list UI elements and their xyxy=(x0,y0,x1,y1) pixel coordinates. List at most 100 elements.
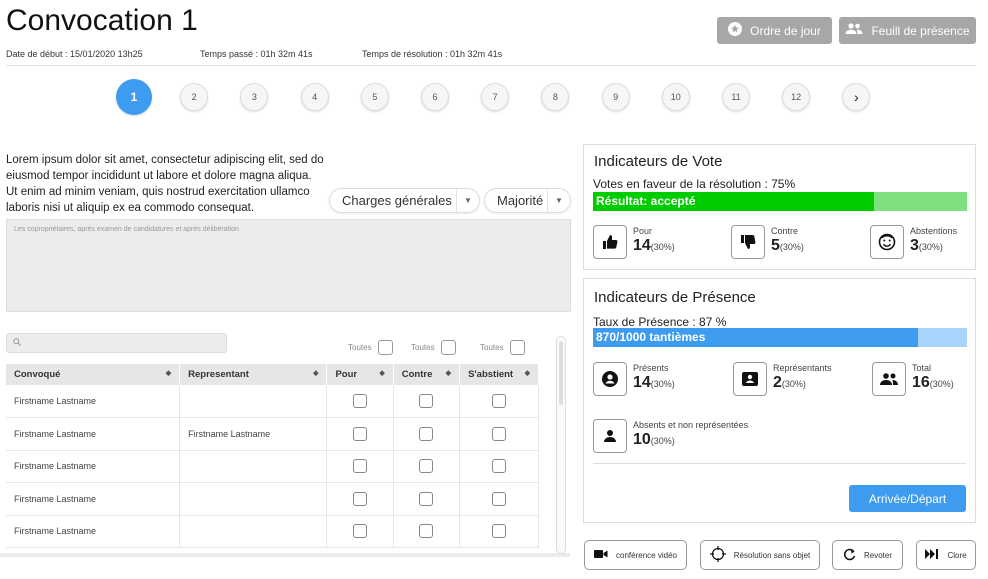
step-7[interactable]: 7 xyxy=(481,83,510,111)
clore-button[interactable]: Clore xyxy=(916,540,976,570)
revoter-label: Revoter xyxy=(863,550,892,560)
arrivee-depart-button[interactable]: Arrivée/Départ xyxy=(849,485,966,512)
crosshair-icon xyxy=(709,546,726,564)
table-scrollbar[interactable] xyxy=(556,336,566,554)
presence-summary: Taux de Présence : 87 % xyxy=(593,315,727,329)
contre-checkbox[interactable] xyxy=(419,459,434,474)
toutes-contre: Toutes xyxy=(411,340,456,355)
pour-checkbox[interactable] xyxy=(353,459,368,474)
temps-resolution: Temps de résolution : 01h 32m 41s xyxy=(362,49,503,59)
abstient-cell xyxy=(459,515,539,548)
toutes-pour-checkbox[interactable] xyxy=(377,340,393,355)
convoque-cell: Firstname Lastname xyxy=(6,385,181,418)
toutes-label: Toutes xyxy=(348,343,372,352)
total-label: Total xyxy=(912,363,932,373)
ordre-du-jour-label: Ordre de jour xyxy=(750,23,821,38)
feuille-presence-label: Feuill de présence xyxy=(871,23,970,38)
step-4[interactable]: 4 xyxy=(300,83,329,111)
thumbs-up-icon xyxy=(593,225,627,259)
header-divider xyxy=(6,65,976,66)
abstient-checkbox[interactable] xyxy=(492,524,507,539)
abstient-checkbox[interactable] xyxy=(492,426,507,441)
step-9[interactable]: 9 xyxy=(601,83,630,111)
toutes-label: Toutes xyxy=(480,343,504,352)
contre-checkbox[interactable] xyxy=(419,524,434,539)
step-5[interactable]: 5 xyxy=(360,83,389,111)
revoter-button[interactable]: Revoter xyxy=(832,540,903,570)
step-10[interactable]: 10 xyxy=(661,83,690,111)
pour-checkbox[interactable] xyxy=(353,394,368,408)
page-title: Convocation 1 xyxy=(6,4,198,37)
abstentions-value: 3(30%) xyxy=(910,237,943,254)
pour-cell xyxy=(326,417,394,451)
next-step-button[interactable]: › xyxy=(842,83,871,111)
abstient-cell xyxy=(459,385,539,418)
conference-video-label: conférence vidéo xyxy=(616,550,677,560)
convoque-cell: Firstname Lastname xyxy=(6,515,181,548)
feuille-presence-button[interactable]: Feuill de présence xyxy=(839,17,976,44)
step-8[interactable]: 8 xyxy=(541,83,570,111)
search-icon xyxy=(13,338,21,348)
people-icon xyxy=(845,23,863,38)
conference-video-button[interactable]: conférence vidéo xyxy=(584,540,687,570)
pour-checkbox[interactable] xyxy=(353,524,368,539)
table-row: Firstname Lastname xyxy=(6,482,539,516)
contre-checkbox[interactable] xyxy=(419,491,434,506)
col-pour[interactable]: Pour ◆ xyxy=(326,364,394,385)
toutes-abstient-checkbox[interactable] xyxy=(509,340,525,355)
majorite-dropdown[interactable]: Majorité ▼ xyxy=(484,188,571,213)
abstient-cell xyxy=(459,482,539,516)
pour-cell xyxy=(326,482,394,516)
thumbs-down-icon xyxy=(731,225,765,259)
vote-card-title: Indicateurs de Vote xyxy=(594,153,723,170)
step-2[interactable]: 2 xyxy=(180,83,209,111)
col-abstient[interactable]: S'abstient ◆ xyxy=(459,364,539,385)
contre-cell xyxy=(393,515,461,548)
pour-cell xyxy=(326,515,394,548)
votes-table: Convoqué ◆ Representant ◆ Pour ◆ Contre ◆ S'… xyxy=(6,364,539,548)
step-12[interactable]: 12 xyxy=(782,83,811,111)
step-3[interactable]: 3 xyxy=(240,83,269,111)
abstient-checkbox[interactable] xyxy=(492,459,507,474)
resolution-sans-objet-button[interactable]: Résolution sans objet xyxy=(700,540,820,570)
presents-label: Présents xyxy=(633,363,669,373)
indicator-contre: Contre 5(30%) xyxy=(731,225,804,259)
table-row: Firstname Lastname xyxy=(6,385,539,418)
presence-divider xyxy=(593,463,966,464)
step-6[interactable]: 6 xyxy=(421,83,449,111)
indicator-total: Total 16(30%) xyxy=(872,362,954,396)
contre-value: 5(30%) xyxy=(771,237,804,254)
table-row: Firstname Lastname Firstname Lastname xyxy=(6,417,539,451)
toutes-abstient: Toutes xyxy=(480,340,525,355)
scrollbar-thumb[interactable] xyxy=(559,341,563,405)
contre-checkbox[interactable] xyxy=(419,394,434,408)
presents-value: 14(30%) xyxy=(633,374,675,391)
search-input[interactable] xyxy=(6,333,227,353)
contact-card-icon xyxy=(733,362,767,396)
resolution-description: Lorem ipsum dolor sit amet, consectetur … xyxy=(6,154,324,214)
ordre-du-jour-button[interactable]: Ordre de jour xyxy=(717,17,832,44)
presence-bar-label: 870/1000 tantièmes xyxy=(596,330,706,344)
col-convoque[interactable]: Convoqué ◆ xyxy=(6,364,181,385)
pour-checkbox[interactable] xyxy=(353,426,368,441)
abstient-checkbox[interactable] xyxy=(492,394,507,408)
resolution-textarea[interactable]: Les copropriétaires, après examen de can… xyxy=(6,219,571,312)
total-value: 16(30%) xyxy=(912,374,954,391)
step-11[interactable]: 11 xyxy=(722,83,750,111)
charges-dropdown[interactable]: Charges générales ▼ xyxy=(329,188,480,213)
abstentions-label: Abstentions xyxy=(910,226,958,236)
contre-checkbox[interactable] xyxy=(419,426,434,441)
indicator-absents: Absents et non représentées 10(30%) xyxy=(593,419,748,453)
abstient-cell xyxy=(459,417,539,451)
abstient-checkbox[interactable] xyxy=(492,491,507,506)
sort-icon: ◆ xyxy=(379,370,385,377)
table-bottom-edge xyxy=(0,553,570,557)
contre-cell xyxy=(393,385,461,418)
star-icon xyxy=(728,22,743,39)
indicator-representants: Représentants 2(30%) xyxy=(733,362,832,396)
toutes-contre-checkbox[interactable] xyxy=(440,340,456,355)
col-representant[interactable]: Representant ◆ xyxy=(179,364,328,385)
pour-checkbox[interactable] xyxy=(353,491,368,506)
col-contre[interactable]: Contre ◆ xyxy=(393,364,461,385)
step-1[interactable]: 1 xyxy=(116,79,152,115)
